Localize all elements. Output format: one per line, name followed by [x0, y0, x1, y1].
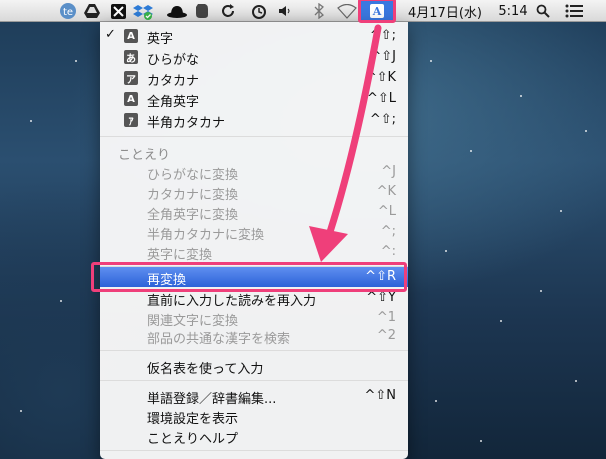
annotation-arrow	[309, 24, 382, 262]
